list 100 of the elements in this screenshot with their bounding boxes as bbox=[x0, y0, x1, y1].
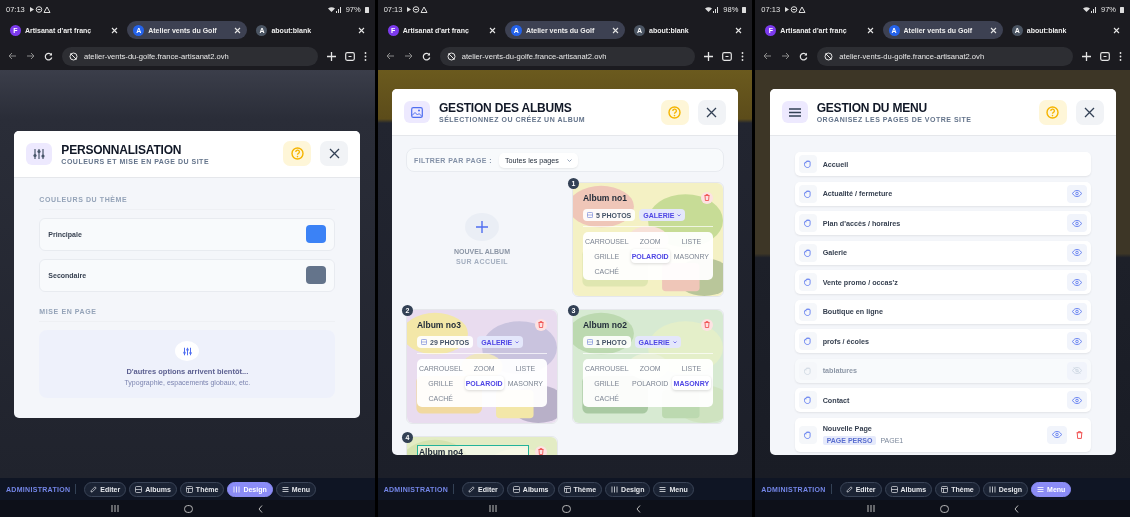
more-icon[interactable] bbox=[741, 51, 745, 61]
back-icon[interactable] bbox=[258, 504, 264, 513]
caret-icon bbox=[672, 340, 677, 344]
close-icon[interactable] bbox=[866, 26, 874, 34]
back-icon[interactable] bbox=[1013, 504, 1019, 513]
drag-handle[interactable] bbox=[798, 273, 817, 291]
drag-handle[interactable] bbox=[798, 391, 817, 409]
pencil-icon bbox=[468, 485, 475, 493]
help-icon bbox=[1046, 105, 1060, 119]
forward-icon[interactable] bbox=[26, 52, 35, 60]
visibility-toggle[interactable] bbox=[1066, 184, 1087, 203]
drag-handle[interactable] bbox=[798, 214, 817, 232]
recents-icon[interactable] bbox=[866, 505, 875, 512]
album-name: Album no1 bbox=[583, 192, 627, 203]
eye-icon bbox=[1071, 308, 1082, 315]
close-icon[interactable] bbox=[488, 26, 496, 34]
drag-handle[interactable] bbox=[798, 425, 817, 444]
plus-icon bbox=[476, 220, 488, 233]
close-icon bbox=[706, 106, 718, 118]
delete-button[interactable] bbox=[535, 445, 547, 455]
menu-icon bbox=[281, 485, 289, 493]
image-icon bbox=[421, 339, 427, 345]
home-icon[interactable] bbox=[184, 504, 194, 513]
tab-switcher-icon[interactable] bbox=[722, 51, 733, 61]
caret-icon bbox=[515, 340, 520, 344]
site-settings-icon[interactable] bbox=[69, 51, 78, 61]
drag-handle[interactable] bbox=[798, 243, 817, 262]
visibility-toggle[interactable] bbox=[1066, 332, 1087, 350]
sliders-icon bbox=[175, 341, 200, 361]
close-icon[interactable] bbox=[1113, 26, 1120, 34]
reload-icon[interactable] bbox=[44, 51, 53, 61]
eye-icon bbox=[1071, 249, 1082, 256]
home-icon[interactable] bbox=[562, 504, 571, 513]
battery-icon bbox=[742, 5, 747, 13]
pencil-icon bbox=[845, 485, 853, 493]
new-tab-icon[interactable] bbox=[704, 51, 714, 61]
eye-off-icon bbox=[1071, 367, 1082, 374]
new-tab-icon[interactable] bbox=[326, 51, 336, 61]
trash-icon bbox=[704, 321, 710, 328]
layout-icon bbox=[563, 485, 571, 493]
visibility-toggle[interactable] bbox=[1066, 243, 1087, 262]
back-icon[interactable] bbox=[385, 52, 395, 60]
site-settings-icon[interactable] bbox=[824, 51, 834, 61]
new-tab-icon[interactable] bbox=[1082, 51, 1091, 61]
help-icon bbox=[290, 147, 304, 160]
album-name-field[interactable]: Album no4 bbox=[417, 444, 529, 455]
dialog-title: PERSONNALISATION bbox=[61, 142, 183, 157]
more-icon[interactable] bbox=[363, 51, 367, 61]
visibility-toggle[interactable] bbox=[1066, 391, 1087, 409]
trash-icon bbox=[704, 194, 710, 201]
drag-handle[interactable] bbox=[798, 184, 817, 203]
tab-switcher-icon[interactable] bbox=[1100, 51, 1110, 61]
close-button[interactable] bbox=[320, 141, 349, 166]
caret-icon bbox=[566, 158, 572, 162]
album-name: Album no3 bbox=[417, 319, 461, 330]
eye-icon bbox=[1051, 431, 1062, 438]
signal-icon bbox=[705, 5, 720, 13]
visibility-toggle[interactable] bbox=[1066, 273, 1087, 291]
eye-icon bbox=[1071, 219, 1082, 227]
visibility-toggle[interactable] bbox=[1046, 425, 1067, 444]
sliders-icon bbox=[233, 485, 241, 493]
close-icon bbox=[1084, 106, 1096, 118]
close-button[interactable] bbox=[698, 99, 726, 125]
status-icons bbox=[406, 5, 429, 13]
drag-handle[interactable] bbox=[798, 302, 817, 321]
more-icon[interactable] bbox=[1119, 51, 1122, 61]
pencil-icon bbox=[90, 485, 98, 493]
back-icon[interactable] bbox=[763, 52, 773, 60]
image-icon bbox=[587, 339, 593, 345]
menu-icon bbox=[788, 107, 801, 117]
visibility-toggle[interactable] bbox=[1066, 361, 1087, 380]
reload-icon[interactable] bbox=[421, 51, 431, 61]
close-icon[interactable] bbox=[357, 26, 365, 34]
reload-icon[interactable] bbox=[799, 51, 809, 61]
forward-icon[interactable] bbox=[403, 52, 413, 60]
close-icon[interactable] bbox=[612, 26, 620, 34]
album-icon bbox=[135, 485, 143, 493]
color-swatch[interactable] bbox=[306, 225, 327, 243]
layout-icon bbox=[941, 485, 949, 493]
forward-icon[interactable] bbox=[781, 52, 791, 60]
drag-handle[interactable] bbox=[798, 155, 817, 173]
recents-icon[interactable] bbox=[111, 505, 120, 512]
back-icon[interactable] bbox=[8, 52, 17, 60]
visibility-toggle[interactable] bbox=[1066, 214, 1087, 232]
recents-icon[interactable] bbox=[489, 505, 497, 512]
drag-handle[interactable] bbox=[798, 332, 817, 350]
tab-switcher-icon[interactable] bbox=[344, 51, 355, 61]
back-icon[interactable] bbox=[636, 504, 641, 513]
close-button[interactable] bbox=[1075, 99, 1104, 125]
add-album-button[interactable] bbox=[465, 212, 499, 241]
color-swatch[interactable] bbox=[306, 266, 327, 284]
close-icon[interactable] bbox=[111, 26, 119, 34]
close-icon[interactable] bbox=[735, 26, 743, 34]
close-icon[interactable] bbox=[989, 26, 997, 34]
eye-icon bbox=[1071, 396, 1082, 404]
site-settings-icon[interactable] bbox=[446, 51, 456, 61]
signal-icon bbox=[1082, 5, 1097, 13]
home-icon[interactable] bbox=[939, 504, 949, 513]
visibility-toggle[interactable] bbox=[1066, 302, 1087, 321]
close-icon[interactable] bbox=[234, 26, 242, 34]
